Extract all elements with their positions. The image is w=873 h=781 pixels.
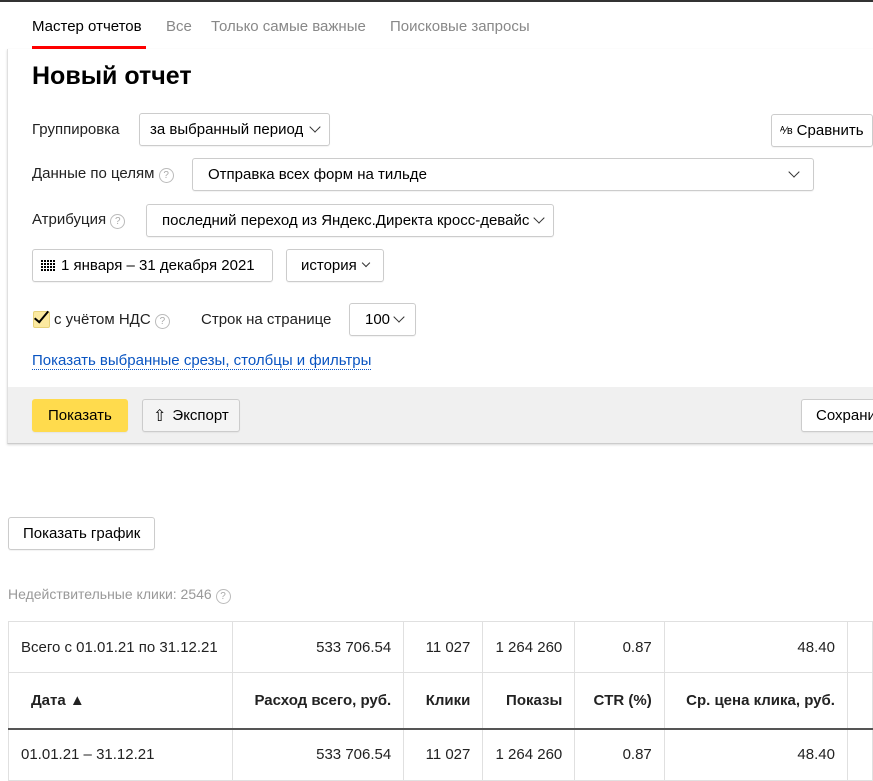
history-select[interactable]: история	[286, 249, 384, 282]
cell: 11 027	[403, 621, 484, 673]
table-header: Дата ▲ Расход всего, руб. Клики Показы C…	[7, 672, 873, 730]
export-button[interactable]: ⇧ Экспорт	[142, 399, 240, 432]
column-header-impressions[interactable]: Показы	[482, 672, 576, 730]
history-value: история	[301, 257, 357, 274]
cell	[846, 621, 873, 673]
help-icon[interactable]: ?	[154, 314, 170, 329]
totals-row: Всего с 01.01.21 по 31.12.21 533 706.54 …	[7, 621, 873, 673]
save-button[interactable]: Сохрани	[801, 399, 873, 432]
calendar-icon	[41, 260, 55, 271]
table-row: 01.01.21 – 31.12.21 533 706.54 11 027 1 …	[7, 728, 873, 781]
goals-value: Отправка всех форм на тильде	[208, 166, 427, 183]
column-header-ctr[interactable]: CTR (%)	[574, 672, 665, 730]
chevron-down-icon	[533, 212, 546, 224]
upload-icon: ⇧	[153, 407, 167, 425]
grouping-label: Группировка	[32, 121, 120, 138]
compare-button[interactable]: ᴬ⁄ʙ Сравнить	[771, 114, 873, 147]
show-chart-button[interactable]: Показать график	[8, 517, 156, 550]
rows-per-page-label: Строк на странице	[201, 311, 332, 328]
attribution-label: Атрибуция ?	[32, 211, 126, 229]
date-range-value: 1 января – 31 декабря 2021	[61, 257, 255, 274]
cell: 0.87	[574, 728, 665, 781]
cell: 48.40	[663, 728, 848, 781]
help-icon[interactable]: ?	[215, 589, 231, 604]
cell: 0.87	[574, 621, 665, 673]
chevron-down-icon	[393, 311, 405, 323]
column-header-date[interactable]: Дата ▲	[7, 672, 234, 730]
goals-select[interactable]: Отправка всех форм на тильде	[192, 158, 814, 191]
vat-label: с учётом НДС ?	[54, 311, 170, 329]
goals-label: Данные по целям ?	[32, 165, 174, 183]
cell: 1 264 260	[482, 621, 576, 673]
cell: 48.40	[663, 621, 848, 673]
column-header-cpc[interactable]: Ср. цена клика, руб.	[663, 672, 848, 730]
cell	[846, 672, 873, 730]
help-icon[interactable]: ?	[110, 214, 126, 229]
cell: 11 027	[403, 728, 484, 781]
export-label: Экспорт	[172, 407, 229, 424]
invalid-clicks: Недействительные клики: 2546 ?	[8, 586, 231, 604]
rows-per-page-select[interactable]: 100	[349, 303, 417, 336]
report-settings-panel	[7, 49, 873, 444]
panel-footer	[8, 387, 873, 443]
tab-most-important[interactable]: Только самые важные	[211, 18, 366, 35]
show-filters-link[interactable]: Показать выбранные срезы, столбцы и филь…	[32, 352, 372, 370]
show-chart-label: Показать график	[23, 525, 141, 542]
grouping-value: за выбранный период	[150, 121, 304, 138]
save-label: Сохрани	[816, 407, 873, 424]
tab-report-wizard[interactable]: Мастер отчетов	[32, 18, 142, 35]
chevron-down-icon	[788, 166, 800, 178]
vat-checkbox[interactable]	[33, 307, 50, 328]
column-header-clicks[interactable]: Клики	[403, 672, 484, 730]
date-range-picker[interactable]: 1 января – 31 декабря 2021	[32, 249, 273, 282]
grouping-select[interactable]: за выбранный период	[139, 113, 331, 146]
show-button-label: Показать	[48, 407, 112, 424]
tab-search-queries[interactable]: Поисковые запросы	[390, 18, 530, 35]
cell: 01.01.21 – 31.12.21	[7, 728, 234, 781]
chevron-down-icon	[309, 121, 321, 133]
report-table: Всего с 01.01.21 по 31.12.21 533 706.54 …	[7, 621, 873, 781]
attribution-select[interactable]: последний переход из Яндекс.Директа крос…	[146, 204, 555, 237]
cell: 533 706.54	[232, 621, 405, 673]
show-button[interactable]: Показать	[32, 399, 128, 432]
cell	[846, 728, 873, 781]
compare-label: Сравнить	[796, 122, 864, 139]
ab-compare-icon: ᴬ⁄ʙ	[780, 124, 793, 137]
chevron-down-icon	[361, 258, 371, 268]
rows-per-page-value: 100	[365, 311, 391, 328]
cell: 1 264 260	[482, 728, 576, 781]
page-title: Новый отчет	[32, 62, 192, 90]
top-border	[0, 0, 873, 2]
attribution-value: последний переход из Яндекс.Директа крос…	[162, 212, 530, 229]
cell: 533 706.54	[232, 728, 405, 781]
cell: Всего с 01.01.21 по 31.12.21	[7, 621, 234, 673]
tab-all[interactable]: Все	[166, 18, 192, 35]
help-icon[interactable]: ?	[158, 168, 174, 183]
column-header-spend[interactable]: Расход всего, руб.	[232, 672, 405, 730]
